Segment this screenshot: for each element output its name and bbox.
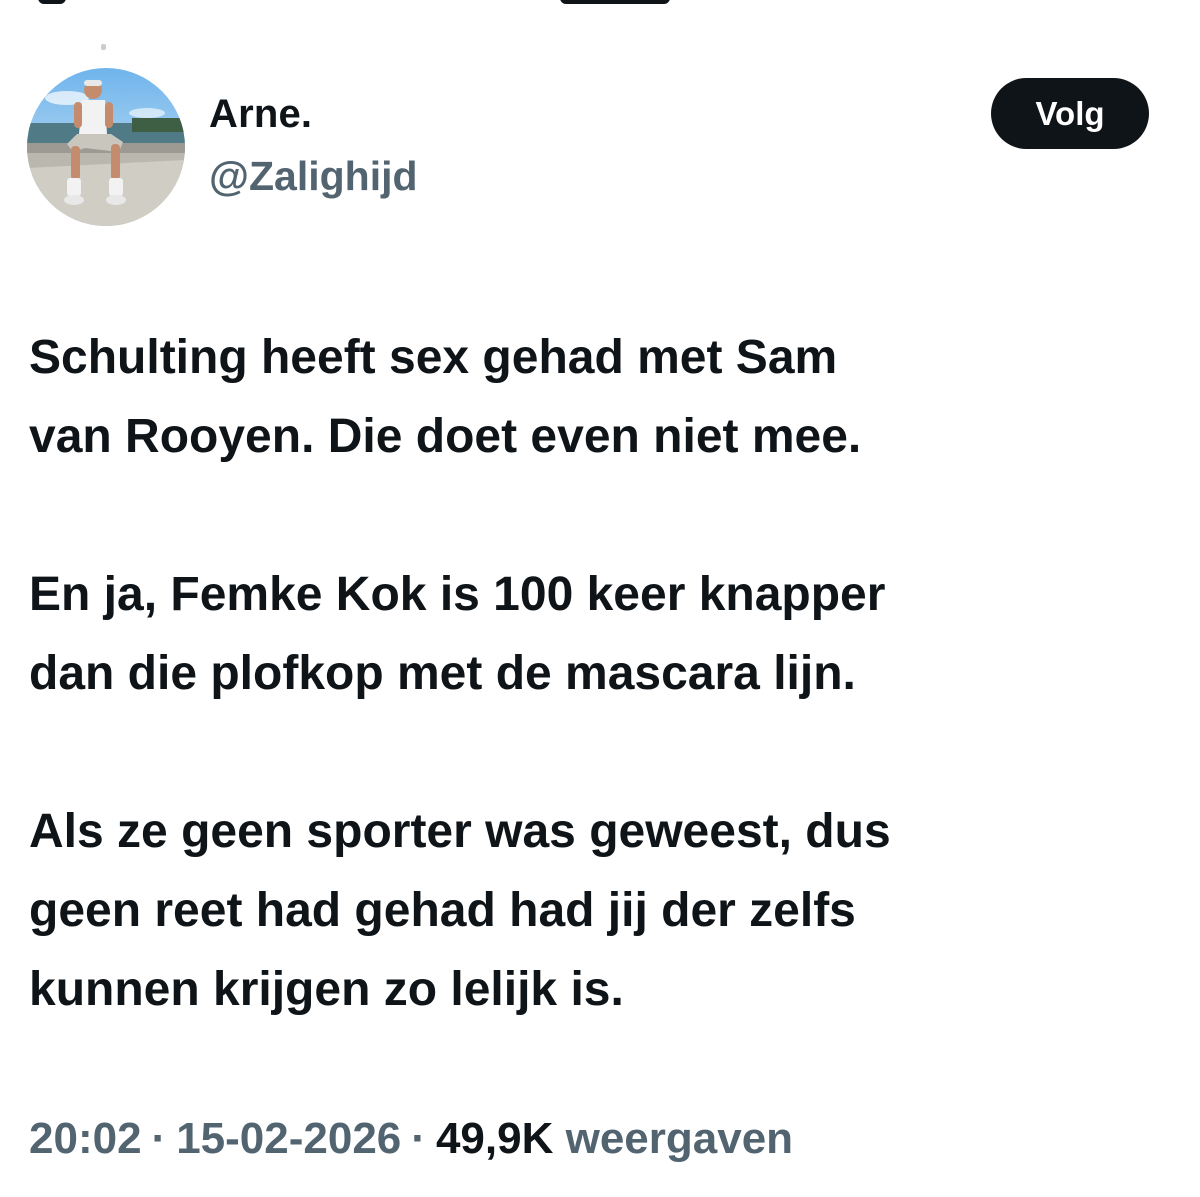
views-count[interactable]: 49,9K — [436, 1114, 553, 1163]
meta-separator: · — [411, 1114, 426, 1163]
display-name[interactable]: Arne. — [209, 92, 312, 137]
tweet-text: Schulting heeft sex gehad met Sam van Ro… — [29, 318, 1169, 1029]
cropped-previous-content — [0, 0, 1200, 14]
meta-separator: · — [151, 1114, 167, 1163]
tweet-time[interactable]: 20:02 — [29, 1114, 142, 1163]
divider-mark — [101, 44, 106, 50]
tweet-paragraph: Als ze geen sporter was geweest, dus gee… — [29, 805, 891, 1016]
avatar[interactable] — [27, 68, 185, 226]
views-label: weergaven — [565, 1114, 794, 1163]
avatar-photo — [27, 68, 185, 226]
follow-button[interactable]: Volg — [991, 78, 1149, 149]
tweet-paragraph: En ja, Femke Kok is 100 keer knapper dan… — [29, 568, 886, 700]
tweet-date[interactable]: 15-02-2026 — [176, 1114, 401, 1163]
user-handle[interactable]: @Zalighijd — [209, 153, 418, 200]
tweet-paragraph: Schulting heeft sex gehad met Sam van Ro… — [29, 331, 862, 463]
tweet-meta: 20:02 · 15-02-2026 · 49,9K weergaven — [29, 1114, 793, 1164]
